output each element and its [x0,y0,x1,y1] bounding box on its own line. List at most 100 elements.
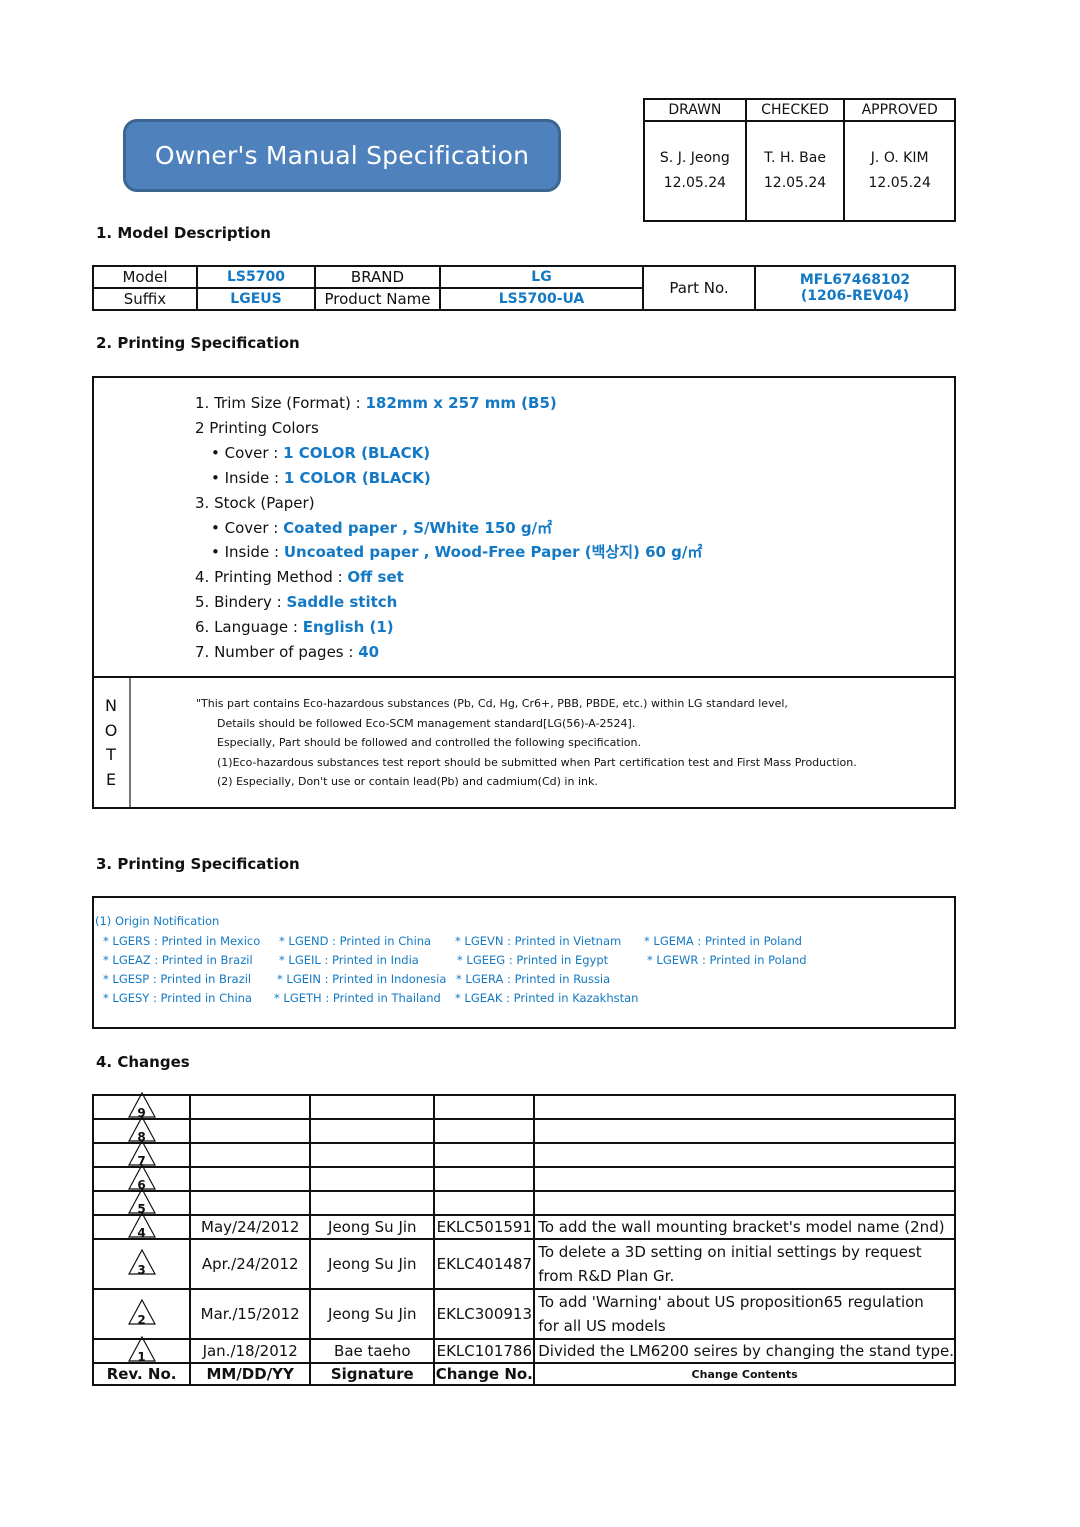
origin-item: * LGEEG : Printed in Egypt [457,953,609,967]
origin-item: * LGEVN : Printed in Vietnam [455,934,622,948]
spec-label: • Inside : [211,543,284,562]
revision-triangle-icon: 2 [127,1299,156,1327]
spec-value: 40 [358,643,380,662]
approval-header-checked: CHECKED [744,98,846,122]
change-content [533,1166,956,1192]
origin-item: * LGEAK : Printed in Kazakhstan [455,991,639,1005]
revision-triangle-icon: 8 [127,1116,156,1144]
approval-name: J. O. KIM [870,150,929,166]
approval-header-approved: APPROVED [843,98,956,122]
change-date [189,1142,312,1168]
change-content-line: for all US models [538,1317,666,1335]
change-row: 3 Apr./24/2012 Jeong Su Jin EKLC401487 To de… [91,1238,956,1290]
revision-number: 2 [137,1313,146,1327]
spec-value: 182mm x 257 mm (B5) [365,394,557,412]
revision-triangle-icon: 6 [127,1164,156,1192]
change-content-line: To delete a 3D setting on initial settin… [538,1243,922,1261]
origin-item: * LGETH : Printed in Thailand [274,991,441,1005]
approval-date: 12.05.24 [763,175,827,191]
header-change-contents: Change Contents [533,1362,956,1386]
spec-label: 6. Language : [195,618,303,637]
model-label: Model [92,265,198,289]
origin-item: * LGEWR : Printed in Poland [647,953,807,967]
change-content-line: To add the wall mounting bracket's model… [538,1218,945,1236]
change-content-line: Divided the LM6200 seires by changing th… [538,1342,954,1360]
origin-item: * LGERS : Printed in Mexico [103,934,261,948]
spec-cover-stock: • Cover : Coated paper , S/White 150 g/㎡ [195,516,702,541]
change-content-line: from R&D Plan Gr. [538,1267,675,1285]
change-row: 1 Jan./18/2012 Bae taeho EKLC101786 Divided … [91,1336,956,1364]
origin-item: * LGEND : Printed in China [279,934,432,948]
spec-trim-size: 1. Trim Size (Format) : 182mm x 257 mm (… [195,391,702,416]
change-rev: 2 [91,1288,192,1340]
change-content [533,1142,956,1168]
change-signature [309,1094,436,1120]
product-name-label: Product Name [314,287,441,311]
changes-header-row: Rev. No. MM/DD/YY Signature Change No. Chang… [91,1362,956,1386]
spec-value: English (1) [302,618,394,637]
header-change-no: Change No. [433,1362,536,1386]
approval-name: T. H. Bae [764,150,826,166]
spec-value: Off set [347,568,404,587]
change-signature: Jeong Su Jin [309,1238,436,1290]
product-name-value: LS5700-UA [439,287,644,311]
change-content [533,1118,956,1144]
change-number [433,1142,536,1168]
change-number [433,1118,536,1144]
revision-number: 3 [137,1263,146,1277]
revision-triangle-icon: 1 [127,1336,156,1364]
change-signature [309,1190,436,1216]
spec-stock: 3. Stock (Paper) [195,493,315,512]
change-date: May/24/2012 [189,1214,312,1240]
spec-value: 1 COLOR (BLACK) [283,443,431,462]
revision-triangle-icon: 5 [127,1188,156,1216]
note-line: Especially, Part should be followed and … [217,736,641,749]
part-no-number: MFL67468102 [799,272,911,288]
part-no-label: Part No. [642,265,756,311]
spec-value: Coated paper , S/White 150 g/㎡ [283,518,553,537]
change-number: EKLC300913 [433,1288,536,1340]
suffix-label: Suffix [92,287,198,311]
change-row: 5 [91,1188,956,1216]
part-no-revision: (1206-REV04) [800,288,910,304]
spec-bindery: 5. Bindery : Saddle stitch [195,590,702,615]
origin-item: * LGEIL : Printed in India [279,953,419,967]
change-content [533,1190,956,1216]
title-banner: Owner's Manual Specification [123,119,561,192]
note-letter: E [105,769,117,789]
note-letter: N [105,696,117,715]
change-signature: Jeong Su Jin [309,1214,436,1240]
change-signature [309,1166,436,1192]
note-line: Details should be followed Eco-SCM manag… [217,716,636,730]
approval-table: DRAWN CHECKED APPROVED S. J. Jeong 12.05.… [643,98,956,222]
change-number [433,1190,536,1216]
spec-pages: 7. Number of pages : 40 [195,640,702,665]
note-line: (1)Eco-hazardous substances test report … [217,755,857,769]
change-row: 8 [91,1116,956,1144]
origin-item: * LGERA : Printed in Russia [456,972,611,986]
model-value: LS5700 [196,265,316,289]
change-number: EKLC101786 [433,1338,536,1364]
change-date: Jan./18/2012 [189,1338,312,1364]
model-table: Model LS5700 BRAND LG Part No. MFL674681… [92,265,956,311]
header-date: MM/DD/YY [189,1362,312,1386]
spec-value: Uncoated paper , Wood-Free Paper (백상지) 6… [283,543,703,562]
change-content: Divided the LM6200 seires by changing th… [533,1338,956,1364]
brand-value: LG [439,265,644,289]
spec-label: 4. Printing Method : [195,568,348,587]
note-letter: O [104,720,118,740]
spec-printing-colors: 2 Printing Colors [195,418,319,437]
header-rev-no: Rev. No. [91,1362,192,1386]
change-date [189,1094,312,1120]
change-signature: Bae taeho [309,1338,436,1364]
change-number [433,1166,536,1192]
spec-value: Saddle stitch [286,593,398,612]
suffix-value: LGEUS [196,287,316,311]
change-signature [309,1118,436,1144]
approval-drawn: S. J. Jeong 12.05.24 [643,120,747,222]
spec-label: • Cover : [211,443,284,462]
origin-item: * LGEMA : Printed in Poland [644,934,802,948]
change-signature [309,1142,436,1168]
change-row: 2 Mar./15/2012 Jeong Su Jin EKLC300913 To ad… [91,1288,956,1340]
change-rev: 4 [91,1212,192,1240]
